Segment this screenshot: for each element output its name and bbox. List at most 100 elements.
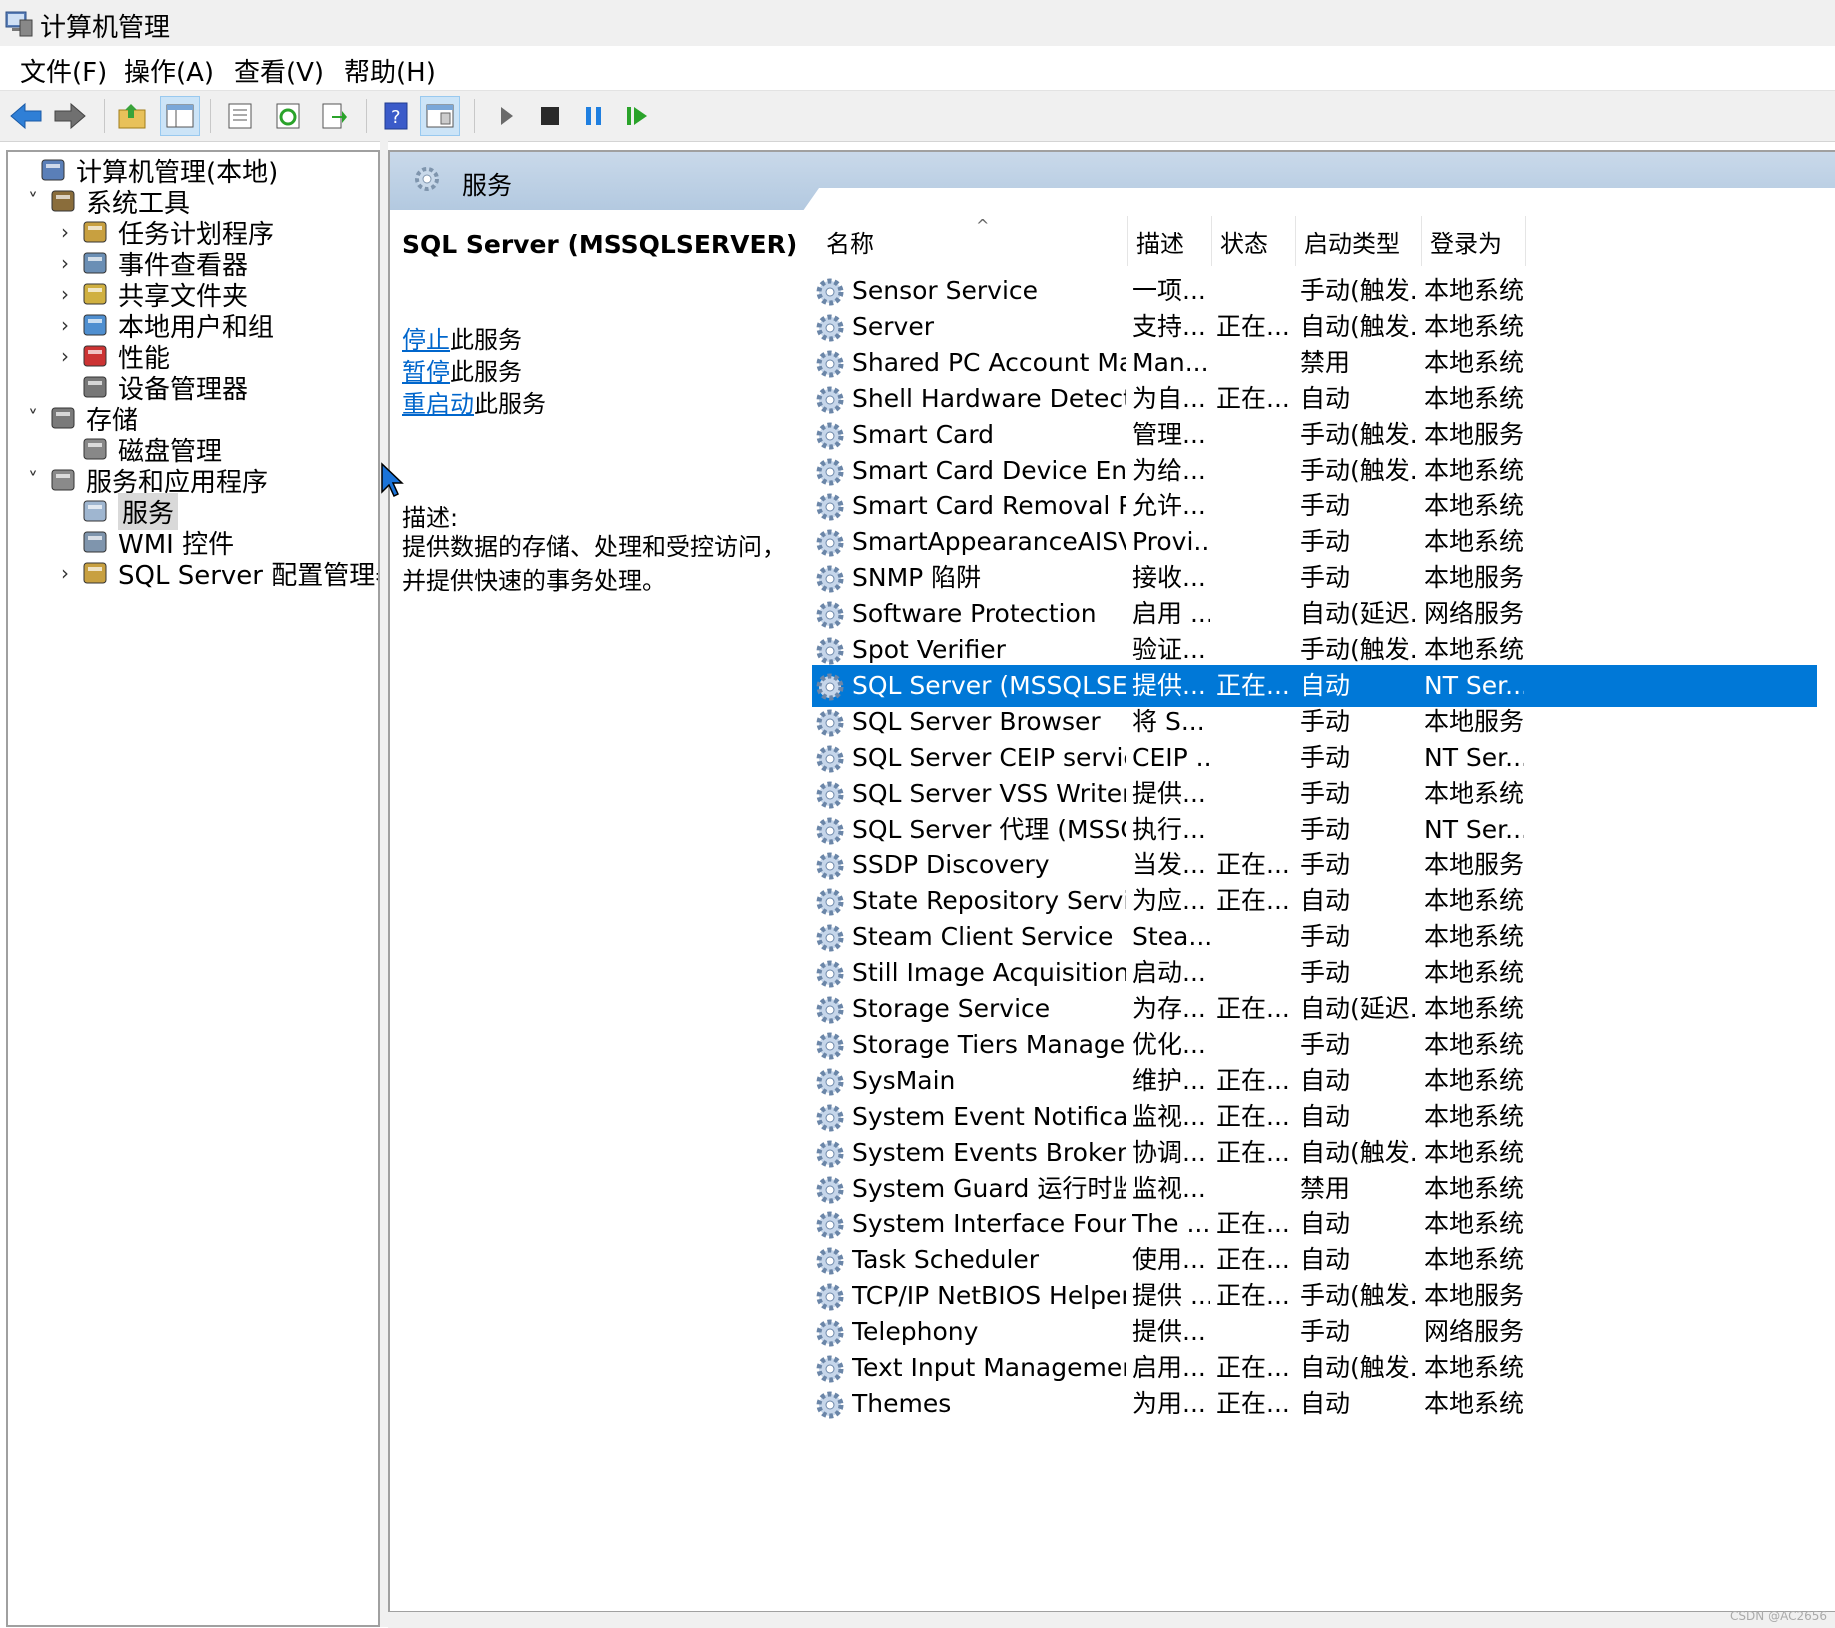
title-bar: 计算机管理 — [0, 0, 1835, 46]
service-gear-icon — [816, 422, 844, 450]
service-gear-icon — [816, 565, 844, 593]
show-tree-icon[interactable] — [160, 96, 200, 136]
menu-help[interactable]: 帮助(H) — [344, 52, 436, 89]
collapsed-chevron-icon[interactable]: › — [52, 561, 78, 585]
service-gear-icon — [816, 1176, 844, 1203]
description-label: 描述: — [402, 504, 459, 532]
service-gear-icon — [816, 529, 844, 557]
properties-icon[interactable] — [220, 96, 260, 136]
service-gear-icon — [816, 709, 844, 737]
service-gear-icon — [816, 1355, 844, 1383]
services-icon — [415, 167, 439, 191]
svg-text:?: ? — [391, 107, 401, 128]
stop-service-link[interactable]: 停止 — [402, 326, 450, 354]
tree-item[interactable]: › SQL Server 配置管理器 — [52, 555, 380, 591]
storage-icon — [46, 401, 80, 435]
services-list: 名称 ^ 描述 状态 启动类型 登录为 Sensor Service 一项... 手… — [812, 210, 1835, 1610]
resume-service-icon[interactable] — [618, 96, 658, 136]
expanded-chevron-icon[interactable]: ˅ — [20, 189, 46, 213]
window-title: 计算机管理 — [40, 13, 171, 43]
service-gear-icon — [816, 1319, 844, 1347]
expanded-chevron-icon[interactable]: ˅ — [20, 468, 46, 492]
computer-management-icon — [36, 153, 70, 187]
collapsed-chevron-icon[interactable]: › — [52, 344, 78, 368]
mouse-cursor-icon — [381, 462, 404, 498]
column-name[interactable]: 名称 ^ — [818, 216, 1128, 266]
service-description: 为用... — [1132, 1388, 1206, 1418]
help-icon[interactable]: ? — [376, 96, 416, 136]
pause-service-icon[interactable] — [574, 96, 614, 136]
watermark: CSDN @AC2656 — [1730, 1609, 1827, 1623]
users-groups-icon — [78, 308, 112, 342]
service-gear-icon — [816, 745, 844, 773]
services-icon — [78, 494, 112, 528]
event-viewer-icon — [78, 246, 112, 280]
table-row[interactable]: Themes 为用... 正在... 自动 本地系统 — [812, 1383, 1817, 1425]
sort-ascending-icon: ^ — [976, 216, 990, 235]
up-folder-icon[interactable] — [112, 96, 152, 136]
restart-action: 重启动此服务 — [402, 390, 546, 418]
system-tools-icon — [46, 184, 80, 218]
console-icon[interactable] — [420, 96, 460, 136]
tree-item-label: SQL Server 配置管理器 — [118, 560, 380, 591]
stop-action: 停止此服务 — [402, 326, 522, 354]
service-startup-type: 自动 — [1300, 1388, 1351, 1418]
forward-icon[interactable] — [50, 96, 90, 136]
collapsed-chevron-icon[interactable]: › — [52, 220, 78, 244]
collapsed-chevron-icon[interactable]: › — [52, 313, 78, 337]
collapsed-chevron-icon[interactable]: › — [52, 251, 78, 275]
service-gear-icon — [816, 888, 844, 916]
pane-splitter[interactable] — [380, 141, 388, 1627]
stop-service-icon[interactable] — [530, 96, 570, 136]
menu-view[interactable]: 查看(V) — [234, 52, 324, 89]
computer-management-icon — [5, 11, 33, 37]
start-service-icon[interactable] — [486, 96, 526, 136]
column-startup-type[interactable]: 启动类型 — [1296, 216, 1422, 266]
service-gear-icon — [816, 781, 844, 809]
pause-service-link[interactable]: 暂停 — [402, 358, 450, 386]
service-status: 正在... — [1216, 1388, 1290, 1418]
horizontal-scrollbar[interactable] — [388, 1611, 1835, 1628]
service-gear-icon — [816, 1211, 844, 1239]
service-gear-icon — [816, 1068, 844, 1096]
service-gear-icon — [816, 924, 844, 952]
service-gear-icon — [816, 1140, 844, 1168]
expanded-chevron-icon[interactable]: ˅ — [20, 406, 46, 430]
service-gear-icon — [816, 386, 844, 414]
collapsed-chevron-icon[interactable]: › — [52, 282, 78, 306]
service-gear-icon — [816, 960, 844, 988]
service-gear-icon — [816, 637, 844, 665]
service-gear-icon — [816, 852, 844, 880]
back-icon[interactable] — [6, 96, 46, 136]
export-icon[interactable] — [314, 96, 354, 136]
service-gear-icon — [816, 1104, 844, 1132]
service-gear-icon — [816, 1391, 844, 1419]
pause-action: 暂停此服务 — [402, 358, 522, 386]
service-log-on-as: 本地系统 — [1424, 1388, 1524, 1418]
service-details: SQL Server (MSSQLSERVER) 停止此服务 暂停此服务 重启动… — [390, 210, 798, 1610]
column-log-on-as[interactable]: 登录为 — [1422, 216, 1526, 266]
service-gear-icon — [816, 350, 844, 378]
services-apps-icon — [46, 463, 80, 497]
service-gear-icon — [816, 278, 844, 306]
column-status[interactable]: 状态 — [1212, 216, 1296, 266]
wmi-control-icon — [78, 525, 112, 559]
menu-file[interactable]: 文件(F) — [20, 52, 107, 89]
services-panel: 服务 SQL Server (MSSQLSERVER) 停止此服务 暂停此服务 … — [388, 150, 1835, 1627]
service-gear-icon — [816, 1032, 844, 1060]
service-gear-icon — [816, 996, 844, 1024]
description-text: 提供数据的存储、处理和受控访问，并提供快速的事务处理。 — [402, 533, 786, 595]
column-description[interactable]: 描述 — [1128, 216, 1212, 266]
menu-action[interactable]: 操作(A) — [124, 52, 214, 89]
refresh-icon[interactable] — [268, 96, 308, 136]
restart-service-link[interactable]: 重启动 — [402, 390, 474, 418]
service-name: Themes — [852, 1388, 952, 1418]
task-scheduler-icon — [78, 215, 112, 249]
navigation-tree: 计算机管理(本地) ˅ 系统工具 › 任务计划程序 › 事件查看器 › 共享文件夹 › 本地用户和组… — [6, 150, 380, 1627]
service-gear-icon — [816, 601, 844, 629]
service-gear-icon — [816, 314, 844, 342]
selected-service-name: SQL Server (MSSQLSERVER) — [402, 230, 798, 259]
service-gear-icon — [816, 817, 844, 844]
performance-icon — [78, 339, 112, 373]
panel-title: 服务 — [462, 171, 513, 200]
